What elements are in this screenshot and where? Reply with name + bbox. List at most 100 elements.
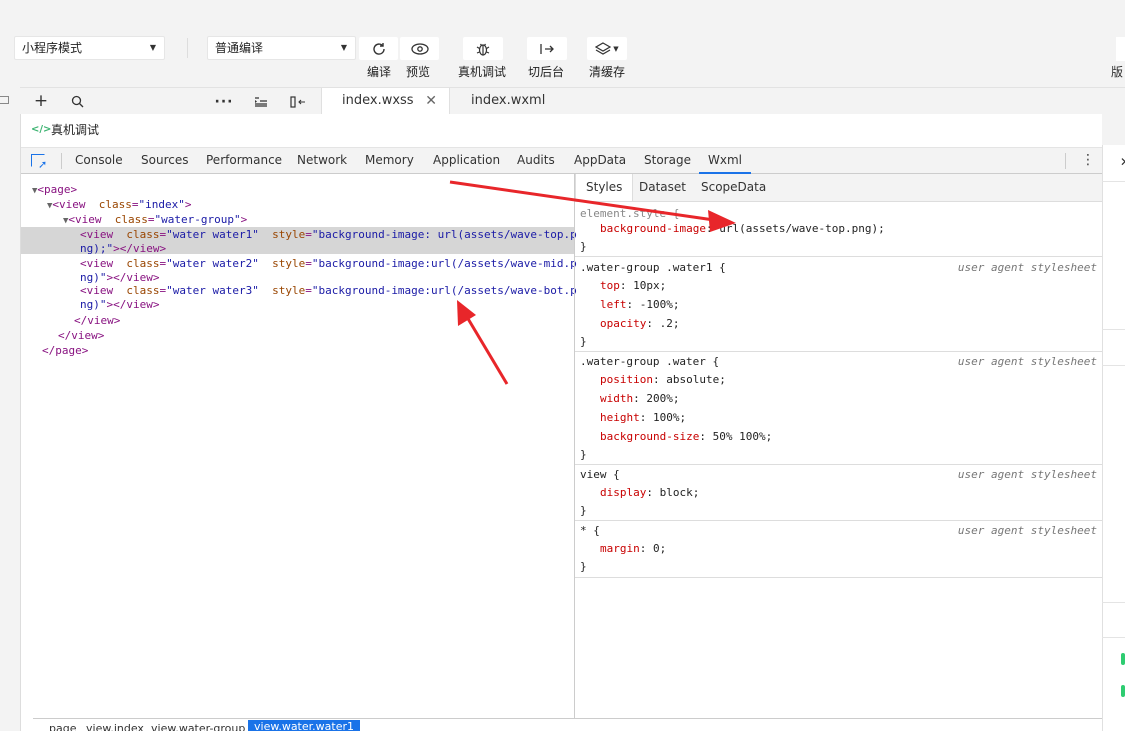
style-property[interactable]: background-size: 50% 100%;: [600, 427, 772, 446]
style-rule[interactable]: view { user agent stylesheet display: bl…: [575, 465, 1103, 521]
tab-appdata[interactable]: AppData: [574, 148, 626, 174]
rule-close-brace: }: [580, 448, 587, 461]
search-button[interactable]: [68, 88, 86, 115]
style-property[interactable]: opacity: .2;: [600, 314, 679, 333]
tree-node-water2[interactable]: <view class="water water2" style="backgr…: [80, 256, 577, 271]
add-file-button[interactable]: +: [32, 88, 50, 115]
breadcrumb-item-active[interactable]: view.water.water1: [248, 720, 360, 731]
style-property[interactable]: width: 200%;: [600, 389, 680, 408]
compile-label: 编译: [367, 65, 392, 79]
rule-source: user agent stylesheet: [957, 468, 1097, 481]
version-button[interactable]: [1116, 37, 1125, 61]
right-side-panel: [1102, 145, 1125, 731]
chevron-down-icon: ▼: [149, 43, 156, 52]
close-icon[interactable]: ✕: [1120, 155, 1125, 169]
breadcrumb-item[interactable]: page: [49, 722, 76, 731]
switch-background-button[interactable]: [527, 37, 567, 60]
style-property[interactable]: position: absolute;: [600, 370, 726, 389]
mode-select[interactable]: 小程序模式 ▼: [14, 36, 165, 60]
rule-close-brace: }: [580, 560, 587, 573]
plus-icon: +: [33, 91, 49, 111]
property-name: margin: [600, 542, 640, 555]
divider: [1102, 365, 1125, 366]
style-property[interactable]: display: block;: [600, 483, 699, 502]
node-tag: >: [240, 213, 248, 226]
property-name: background-image: [600, 222, 706, 235]
tab-index-wxss[interactable]: index.wxss ✕: [321, 88, 450, 115]
toolbar-divider: [187, 38, 188, 58]
breadcrumb-item[interactable]: view.water-group: [151, 722, 245, 731]
close-icon[interactable]: ✕: [425, 88, 437, 114]
layers-icon: [595, 41, 612, 55]
outline-button[interactable]: [252, 88, 270, 115]
panel-title: 真机调试: [51, 123, 100, 137]
tab-sources[interactable]: Sources: [141, 148, 188, 174]
property-name: width: [600, 392, 634, 405]
tab-wxml[interactable]: Wxml: [699, 148, 751, 174]
node-tag: </view>: [58, 329, 105, 342]
top-toolbar: 小程序模式 ▼ 普通编译 ▼ ▼ 编译 预览 真机调试 切后台 清缓存 版: [0, 0, 1125, 86]
attr-name: class: [126, 228, 160, 241]
compile-button[interactable]: [359, 37, 398, 60]
attr-value: "background-image:url(/assets/wave-mid.p: [311, 257, 577, 270]
attr-value: "water water1": [166, 228, 259, 241]
tab-storage[interactable]: Storage: [644, 148, 691, 174]
style-property[interactable]: background-image: url(assets/wave-top.pn…: [600, 219, 885, 238]
tree-node-water3-wrap: ng)"></view>: [80, 297, 159, 312]
tree-node-water3[interactable]: <view class="water water3" style="backgr…: [80, 283, 577, 298]
tree-node-water1[interactable]: <view class="water water1" style="backgr…: [80, 227, 577, 242]
property-name: top: [600, 279, 620, 292]
tab-network[interactable]: Network: [297, 148, 347, 174]
tab-console[interactable]: Console: [75, 148, 123, 174]
property-value: 0;: [653, 542, 667, 555]
style-rule[interactable]: .water-group .water { user agent stylesh…: [575, 352, 1103, 465]
attr-value: "index": [138, 198, 185, 211]
tab-label: index.wxss: [342, 93, 414, 108]
attr-value: "water water2": [166, 257, 259, 270]
background-switch-icon: [540, 43, 554, 54]
switch-background-label: 切后台: [528, 65, 565, 79]
rule-selector: view {: [580, 468, 620, 481]
clear-cache-button[interactable]: ▼: [587, 37, 627, 60]
tab-audits[interactable]: Audits: [517, 148, 555, 174]
attr-value: "background-image:url(/assets/wave-bot.p: [311, 284, 577, 297]
tab-application[interactable]: Application: [433, 148, 500, 174]
tab-performance[interactable]: Performance: [206, 148, 282, 174]
property-value: 200%;: [646, 392, 680, 405]
tab-index-wxml[interactable]: index.wxml: [451, 88, 581, 115]
tab-scopedata[interactable]: ScopeData: [701, 174, 766, 201]
style-property[interactable]: height: 100%;: [600, 408, 686, 427]
tab-dataset[interactable]: Dataset: [639, 174, 686, 201]
attr-value: "water water3": [166, 284, 259, 297]
attr-value: ng);": [80, 242, 114, 255]
style-rule[interactable]: .water-group .water1 { user agent styles…: [575, 258, 1103, 352]
tab-styles[interactable]: Styles: [575, 174, 634, 201]
sidebar-toggle-icon[interactable]: [0, 96, 9, 104]
rule-source: user agent stylesheet: [957, 261, 1097, 274]
style-rule[interactable]: * { user agent stylesheet margin: 0; }: [575, 521, 1103, 578]
version-label: 版: [1111, 65, 1124, 79]
kebab-menu-icon[interactable]: ⋮: [1081, 148, 1095, 173]
node-tag: >: [184, 198, 192, 211]
chevron-down-icon: ▼: [340, 43, 347, 52]
collapse-panel-button[interactable]: [288, 88, 308, 115]
breadcrumb-item[interactable]: view.index: [86, 722, 144, 731]
rule-close-brace: }: [580, 240, 587, 253]
compile-select[interactable]: 普通编译 ▼: [207, 36, 356, 60]
node-tag: ></view>: [106, 298, 160, 311]
style-property[interactable]: left: -100%;: [600, 295, 680, 314]
tree-node-water1-wrap: ng);"></view>: [80, 241, 166, 256]
bug-icon: [476, 43, 490, 56]
panel-collapse-icon: [290, 95, 305, 108]
style-rule[interactable]: element.style { background-image: url(as…: [575, 204, 1103, 257]
style-property[interactable]: margin: 0;: [600, 539, 666, 558]
remote-debug-button[interactable]: [463, 37, 503, 60]
node-tag: ></view>: [113, 242, 167, 255]
preview-button[interactable]: [400, 37, 439, 60]
more-icon: ···: [214, 93, 234, 110]
more-button[interactable]: ···: [215, 88, 233, 115]
tab-memory[interactable]: Memory: [365, 148, 414, 174]
style-property[interactable]: top: 10px;: [600, 276, 666, 295]
attr-name: class: [98, 198, 132, 211]
attr-name: class: [126, 284, 160, 297]
